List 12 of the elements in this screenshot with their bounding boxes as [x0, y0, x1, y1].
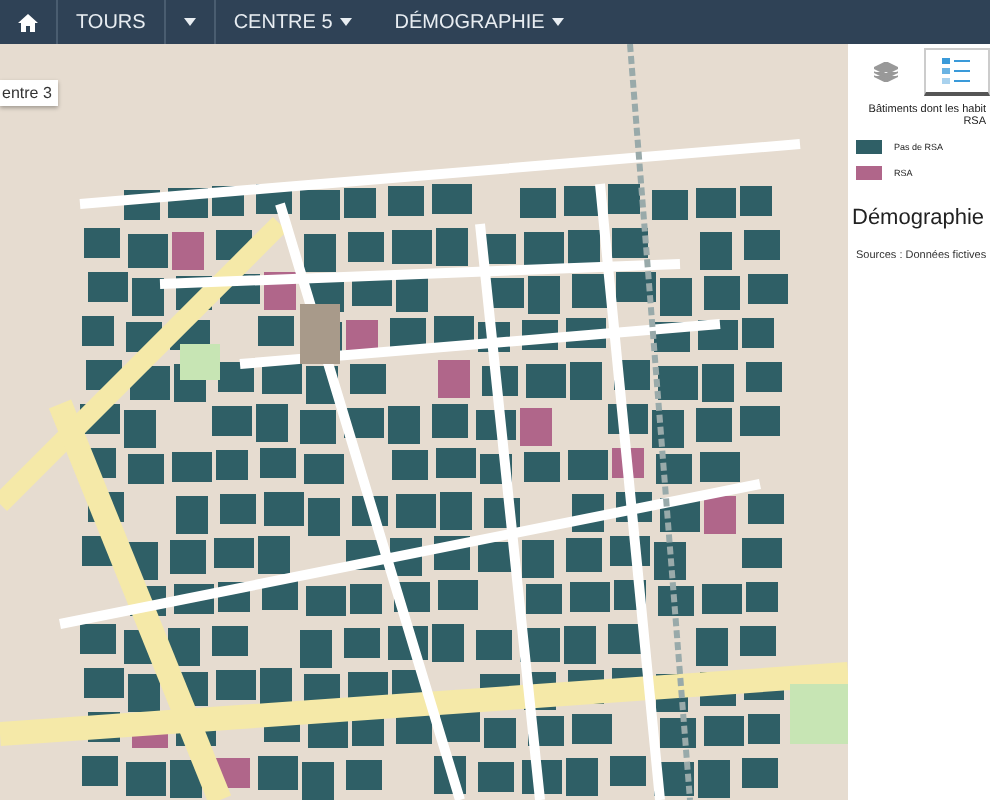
home-icon — [18, 13, 38, 31]
panel-heading: Démographie — [850, 204, 987, 234]
caret-icon — [340, 18, 353, 26]
map-tooltip: entre 3 — [0, 80, 58, 106]
nav-menu[interactable]: CENTRE 5 — [215, 0, 371, 44]
caret-icon — [183, 18, 196, 26]
nav-menu[interactable]: DÉMOGRAPHIE — [370, 0, 589, 44]
city-map-drawing[interactable] — [0, 44, 848, 800]
legend-tab[interactable] — [923, 48, 990, 96]
legend-icon — [942, 58, 971, 84]
caret-icon — [552, 18, 565, 26]
layers-icon — [873, 62, 898, 82]
